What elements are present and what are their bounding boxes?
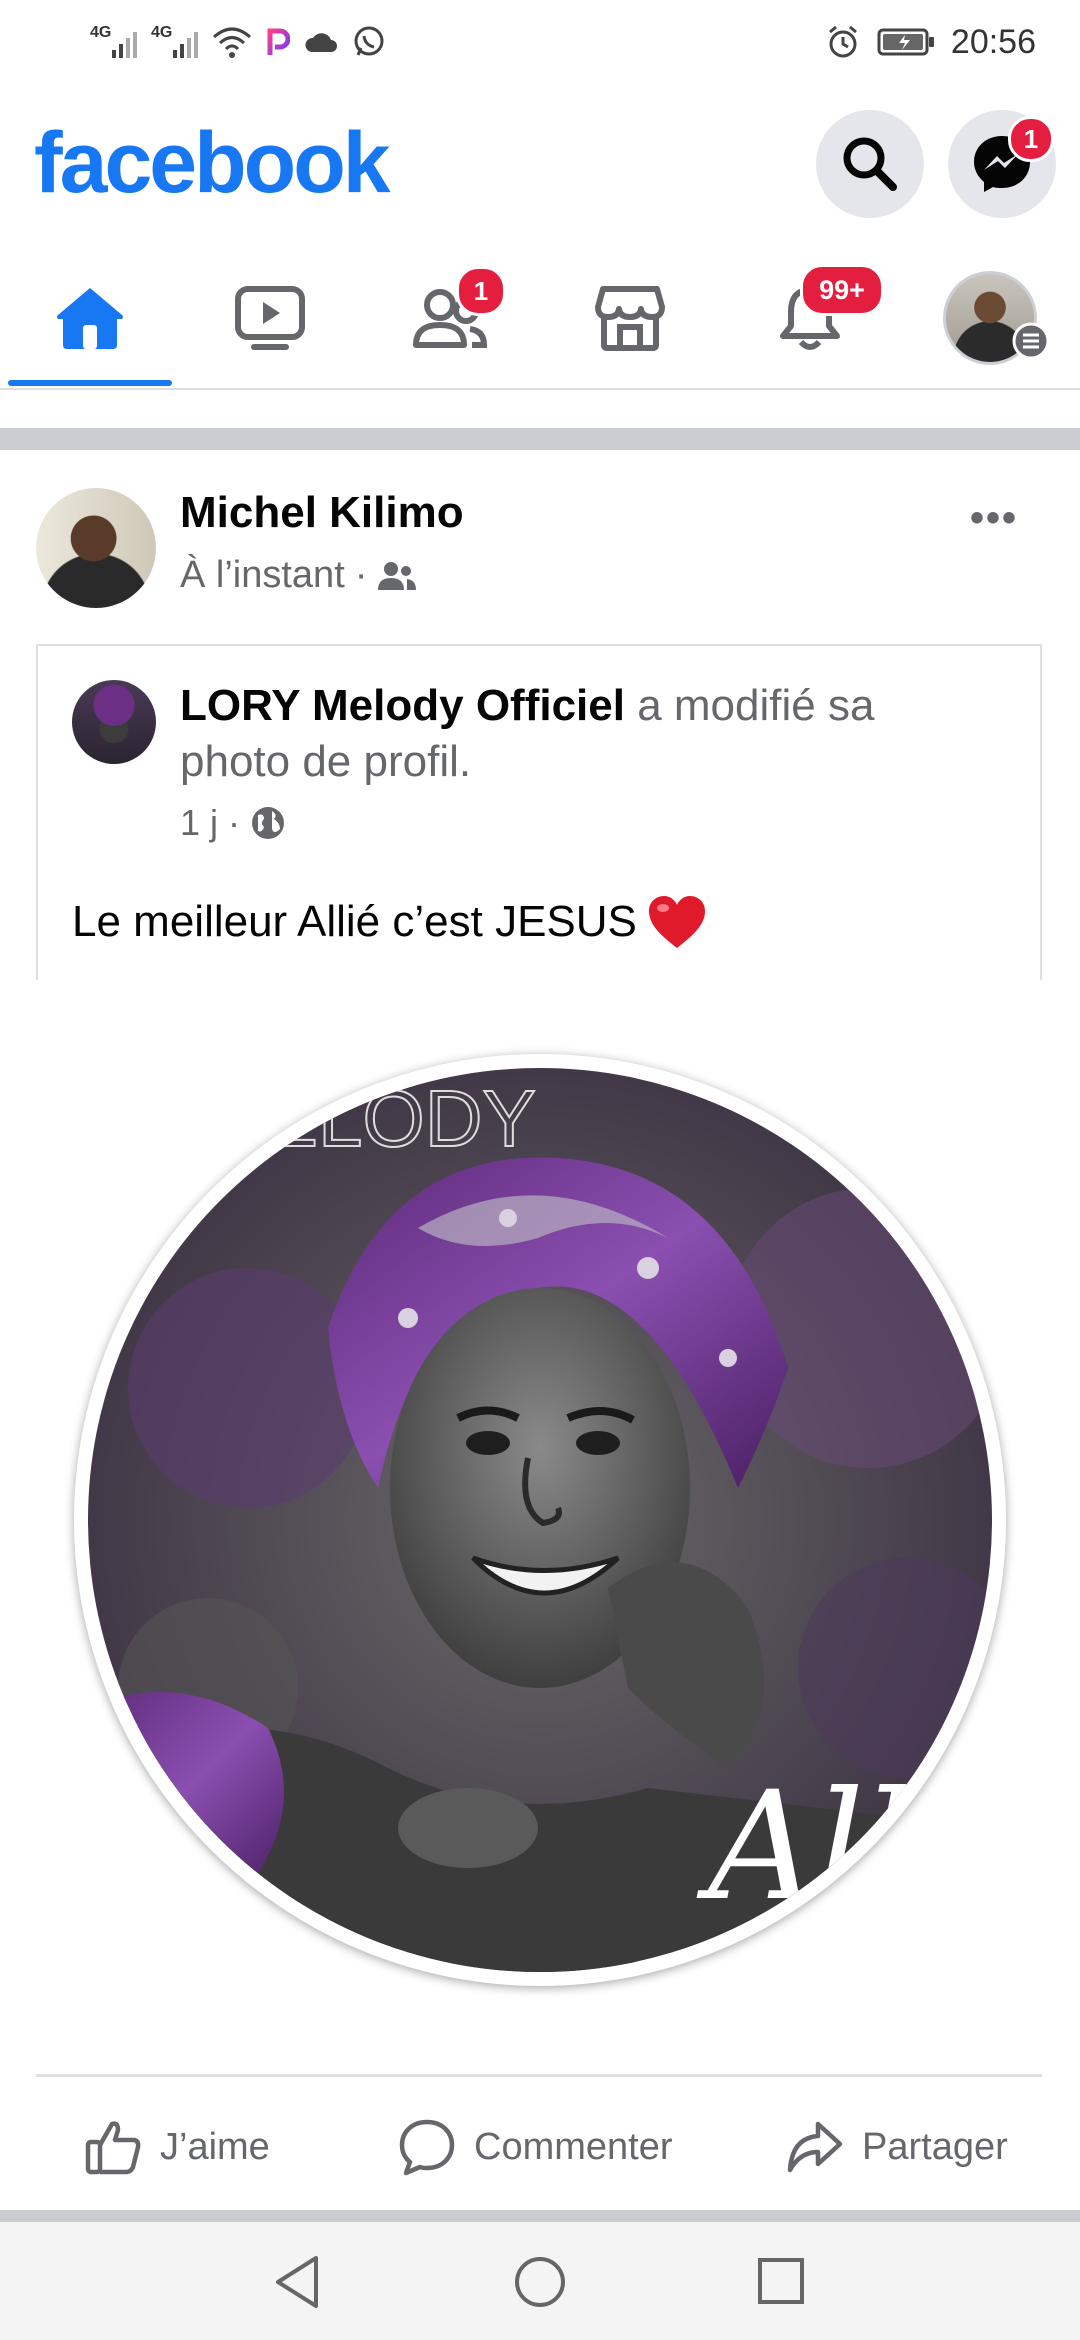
facebook-logo[interactable]: facebook	[34, 118, 391, 208]
shared-page-name[interactable]: LORY Melody Officiel	[180, 681, 625, 730]
tab-marketplace[interactable]	[550, 262, 710, 374]
status-left: 4G 4G	[90, 20, 386, 64]
store-icon	[595, 286, 665, 351]
notifications-badge: 99+	[800, 264, 884, 316]
post-time[interactable]: À l’instant	[180, 554, 345, 597]
wifi-icon	[213, 27, 251, 58]
globe-icon	[252, 807, 285, 839]
comment-label: Commenter	[474, 2125, 673, 2168]
more-options-button[interactable]: •••	[970, 496, 1018, 541]
comment-button[interactable]: Commenter	[398, 2112, 673, 2182]
shared-text-content: Le meilleur Allié c’est JESUS	[72, 897, 637, 946]
shared-meta-separator: ·	[228, 802, 241, 843]
messenger-badge: 1	[1008, 116, 1054, 162]
battery-icon	[877, 28, 934, 56]
tab-menu[interactable]	[910, 262, 1070, 374]
share-button[interactable]: Partager	[786, 2112, 1008, 2182]
meta-separator: ·	[354, 554, 368, 596]
like-button[interactable]: J’aime	[84, 2112, 270, 2182]
photo-signature: All	[696, 1760, 912, 1934]
network-type-2: 4G	[151, 24, 173, 41]
back-icon[interactable]	[272, 2254, 322, 2310]
status-right: 20:56	[825, 18, 1036, 66]
cloud-icon	[305, 33, 337, 52]
bottom-separator	[0, 2210, 1080, 2222]
signal-icon-2: 4G	[151, 24, 198, 58]
like-label: J’aime	[160, 2125, 270, 2168]
share-icon	[787, 2121, 843, 2173]
post-author[interactable]: Michel Kilimo	[180, 488, 464, 538]
action-divider	[36, 2074, 1042, 2077]
tab-friends[interactable]	[370, 262, 530, 374]
portrait-image: MELODY All	[88, 1068, 992, 1972]
author-avatar[interactable]	[36, 488, 156, 608]
red-heart-emoji	[648, 896, 705, 948]
recents-icon[interactable]	[756, 2256, 806, 2306]
video-icon	[235, 286, 305, 350]
search-button[interactable]	[816, 110, 924, 218]
shared-post-time[interactable]: 1 j	[180, 802, 218, 844]
thumbs-up-icon	[85, 2121, 141, 2175]
signal-icon-1: 4G	[90, 24, 137, 58]
home-icon	[57, 288, 123, 349]
network-type-1: 4G	[90, 24, 112, 41]
tab-watch[interactable]	[190, 262, 350, 374]
active-tab-indicator	[8, 380, 172, 386]
profile-photo[interactable]: MELODY All	[88, 1068, 992, 1972]
comment-icon	[399, 2119, 455, 2176]
shared-post-meta: 1 j ·	[180, 802, 286, 844]
search-icon	[843, 137, 897, 191]
tabs-divider	[0, 388, 1080, 390]
home-nav-icon[interactable]	[512, 2254, 568, 2310]
alarm-icon	[828, 25, 857, 58]
shared-post-text: Le meilleur Allié c’est JESUS	[72, 894, 707, 950]
clock: 20:56	[950, 22, 1036, 61]
post-meta: À l’instant ·	[180, 554, 417, 597]
system-navigation-bar	[0, 2222, 1080, 2340]
friends-badge: 1	[456, 266, 506, 316]
shared-post-title: LORY Melody Officiel a modifié sa photo …	[180, 678, 980, 790]
shared-page-avatar[interactable]	[72, 680, 156, 764]
profile-menu-icon	[1012, 322, 1050, 360]
share-label: Partager	[862, 2125, 1008, 2168]
tab-home[interactable]	[10, 262, 170, 374]
whatsapp-icon	[354, 26, 384, 56]
friends-audience-icon	[378, 561, 417, 590]
status-bar: 4G 4G 20:56	[0, 0, 1080, 84]
picsart-icon	[267, 28, 290, 55]
feed-separator	[0, 428, 1080, 450]
